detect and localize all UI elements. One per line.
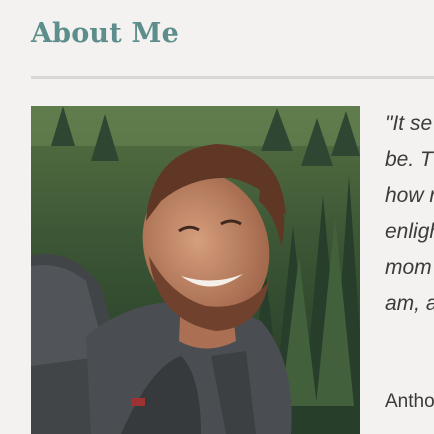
- section-title: About Me: [31, 18, 180, 49]
- profile-photo: [31, 106, 360, 434]
- quote-line: how r: [385, 184, 434, 207]
- quote-line: mom: [385, 256, 432, 279]
- quote-line: be. T: [385, 148, 433, 171]
- divider: [31, 76, 434, 79]
- about-section: About Me "It se be. T how r enlig mom am…: [0, 0, 434, 434]
- quote-line: "It se: [385, 112, 433, 135]
- profile-photo-illustration: [31, 106, 360, 434]
- quote-attribution: Antho: [385, 391, 434, 412]
- quote-line: enligh: [385, 220, 434, 243]
- quote-text: "It se be. T how r enligh mom am, a: [385, 106, 434, 322]
- quote-line: am, a: [385, 292, 434, 315]
